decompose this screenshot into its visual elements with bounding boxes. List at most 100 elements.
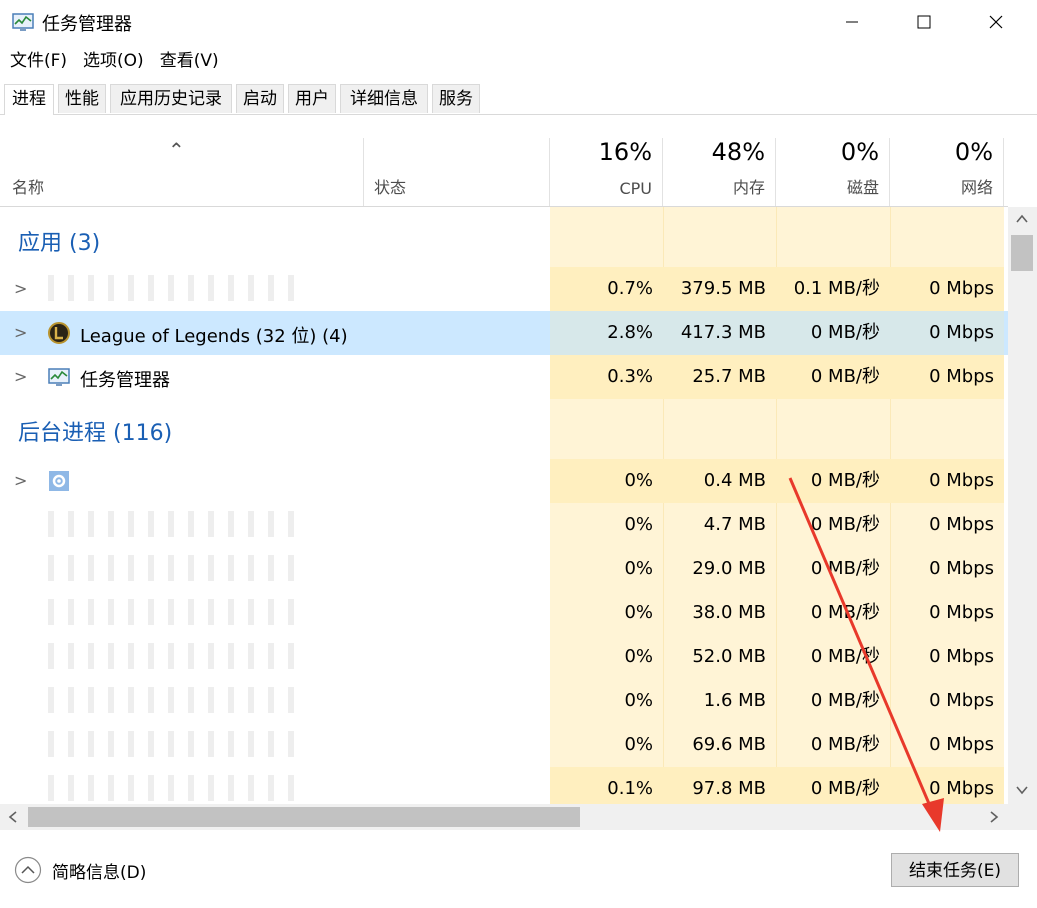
group-header-background: 后台进程 (116): [0, 403, 1008, 459]
row-name: 任务管理器: [80, 370, 170, 391]
network-value: 0 Mbps: [929, 558, 994, 579]
menu-bar: 文件(F) 选项(O) 查看(V): [0, 48, 225, 74]
cpu-value: 0%: [624, 734, 653, 755]
tab-services[interactable]: 服务: [432, 84, 480, 113]
title-bar: 任务管理器: [0, 0, 1037, 44]
disk-value: 0 MB/秒: [776, 767, 890, 804]
cpu-value: 0%: [624, 690, 653, 711]
chevron-right-icon[interactable]: >: [14, 323, 27, 342]
scroll-right-icon[interactable]: [988, 811, 1000, 823]
end-task-button[interactable]: 结束任务(E): [891, 853, 1019, 887]
vertical-scroll-thumb[interactable]: [1011, 235, 1033, 271]
tab-performance[interactable]: 性能: [58, 84, 106, 113]
scroll-down-icon[interactable]: [1015, 784, 1029, 796]
blurred-name: [48, 731, 298, 757]
table-row-selected[interactable]: > League of Legends (32 位) (4) 2.8% 417.…: [0, 311, 1008, 355]
network-label: 网络: [960, 178, 993, 197]
process-list: 应用 (3) > 0.7% 379.5 MB 0.1 MB/秒 0 Mbps >…: [0, 207, 1008, 804]
menu-file[interactable]: 文件(F): [10, 48, 67, 74]
league-icon: [48, 322, 70, 344]
column-cpu[interactable]: 16% CPU: [550, 138, 663, 206]
scroll-corner: [1008, 804, 1037, 830]
memory-value: 417.3 MB: [663, 311, 776, 355]
table-row[interactable]: 0% 29.0 MB 0 MB/秒 0 Mbps: [0, 547, 1008, 591]
maximize-icon: [917, 15, 931, 29]
network-value: 0 Mbps: [929, 602, 994, 623]
minimize-button[interactable]: [818, 0, 886, 44]
network-percent: 0%: [954, 138, 993, 166]
scroll-up-icon[interactable]: [1015, 213, 1029, 225]
column-status[interactable]: 状态: [364, 138, 550, 206]
disk-value: 0 MB/秒: [776, 311, 890, 355]
memory-value: 25.7 MB: [663, 355, 776, 399]
horizontal-scroll-thumb[interactable]: [28, 807, 580, 827]
memory-value: 29.0 MB: [692, 558, 766, 579]
column-network[interactable]: 0% 网络: [890, 138, 1004, 206]
vertical-scrollbar[interactable]: [1008, 207, 1037, 804]
cpu-value: 0.7%: [550, 267, 663, 311]
group-label-background: 后台进程 (116): [18, 421, 173, 446]
table-row[interactable]: > 0.7% 379.5 MB 0.1 MB/秒 0 Mbps: [0, 267, 1008, 311]
column-name-label: 名称: [12, 178, 45, 197]
table-row[interactable]: 0% 1.6 MB 0 MB/秒 0 Mbps: [0, 679, 1008, 723]
tab-users[interactable]: 用户: [288, 84, 336, 113]
maximize-button[interactable]: [890, 0, 958, 44]
tab-app-history[interactable]: 应用历史记录: [110, 84, 232, 113]
cpu-value: 0%: [624, 514, 653, 535]
task-manager-icon: [48, 368, 70, 386]
table-row[interactable]: > 0% 0.4 MB 0 MB/秒 0 Mbps: [0, 459, 1008, 503]
scroll-left-icon[interactable]: [7, 811, 19, 823]
cpu-percent: 16%: [598, 138, 652, 166]
row-name-cell: > League of Legends (32 位) (4): [0, 311, 550, 355]
collapse-up-icon: [14, 856, 42, 884]
memory-value: 379.5 MB: [663, 267, 776, 311]
cpu-value: 0%: [624, 646, 653, 667]
tab-processes[interactable]: 进程: [4, 84, 54, 115]
fewer-details-label: 简略信息(D): [52, 862, 147, 883]
row-name-cell: >: [0, 459, 550, 503]
chevron-right-icon[interactable]: >: [14, 279, 27, 298]
chevron-right-icon[interactable]: >: [14, 471, 27, 490]
column-name[interactable]: ⌃ 名称: [0, 138, 364, 206]
memory-value: 1.6 MB: [703, 690, 766, 711]
row-name-cell: > 任务管理器: [0, 355, 550, 399]
memory-value: 52.0 MB: [692, 646, 766, 667]
fewer-details-toggle[interactable]: 简略信息(D): [14, 856, 146, 884]
column-header: ⌃ 名称 状态 16% CPU 48% 内存 0% 磁盘 0% 网络: [0, 138, 1008, 207]
blurred-name: [48, 599, 298, 625]
close-button[interactable]: [962, 0, 1030, 44]
cpu-value: 0%: [624, 602, 653, 623]
column-memory[interactable]: 48% 内存: [663, 138, 776, 206]
blurred-name: [48, 555, 298, 581]
blurred-name: [48, 775, 298, 801]
table-row[interactable]: 0.1% 97.8 MB 0 MB/秒 0 Mbps: [0, 767, 1008, 804]
menu-options[interactable]: 选项(O): [83, 48, 144, 74]
row-name-cell: [0, 767, 550, 804]
table-row[interactable]: 0% 4.7 MB 0 MB/秒 0 Mbps: [0, 503, 1008, 547]
disk-label: 磁盘: [846, 178, 879, 197]
chevron-right-icon[interactable]: >: [14, 367, 27, 386]
tab-startup[interactable]: 启动: [236, 84, 284, 113]
horizontal-scrollbar[interactable]: [0, 804, 1008, 830]
memory-value: 38.0 MB: [692, 602, 766, 623]
memory-label: 内存: [732, 178, 765, 197]
disk-value: 0 MB/秒: [810, 602, 880, 623]
row-name-cell: [0, 503, 550, 547]
network-value: 0 Mbps: [890, 459, 1004, 503]
table-row[interactable]: 0% 69.6 MB 0 MB/秒 0 Mbps: [0, 723, 1008, 767]
table-row[interactable]: 0% 52.0 MB 0 MB/秒 0 Mbps: [0, 635, 1008, 679]
menu-view[interactable]: 查看(V): [160, 48, 219, 74]
memory-value: 69.6 MB: [692, 734, 766, 755]
blurred-name: [48, 687, 298, 713]
group-label-apps: 应用 (3): [18, 231, 101, 256]
memory-percent: 48%: [711, 138, 765, 166]
memory-value: 97.8 MB: [663, 767, 776, 804]
disk-value: 0.1 MB/秒: [776, 267, 890, 311]
disk-value: 0 MB/秒: [810, 514, 880, 535]
tab-details[interactable]: 详细信息: [340, 84, 428, 113]
table-row[interactable]: 0% 38.0 MB 0 MB/秒 0 Mbps: [0, 591, 1008, 635]
table-row[interactable]: > 任务管理器 0.3% 25.7 MB 0 MB/秒 0 Mbps: [0, 355, 1008, 399]
column-disk[interactable]: 0% 磁盘: [776, 138, 890, 206]
row-name-cell: [0, 635, 550, 679]
memory-value: 4.7 MB: [703, 514, 766, 535]
